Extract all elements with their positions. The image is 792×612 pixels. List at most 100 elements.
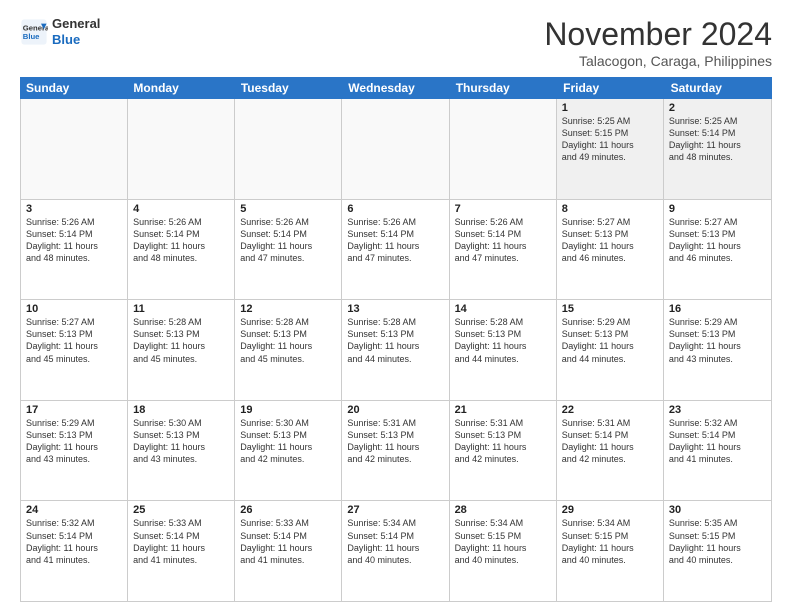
cell-info: Sunrise: 5:28 AM Sunset: 5:13 PM Dayligh… — [133, 316, 229, 365]
calendar-cell: 2Sunrise: 5:25 AM Sunset: 5:14 PM Daylig… — [664, 99, 771, 199]
cell-info: Sunrise: 5:26 AM Sunset: 5:14 PM Dayligh… — [240, 216, 336, 265]
cell-info: Sunrise: 5:27 AM Sunset: 5:13 PM Dayligh… — [562, 216, 658, 265]
calendar-cell — [128, 99, 235, 199]
day-number: 29 — [562, 504, 658, 516]
calendar-cell: 29Sunrise: 5:34 AM Sunset: 5:15 PM Dayli… — [557, 501, 664, 601]
header-thursday: Thursday — [450, 77, 557, 99]
cell-info: Sunrise: 5:28 AM Sunset: 5:13 PM Dayligh… — [347, 316, 443, 365]
calendar-cell: 26Sunrise: 5:33 AM Sunset: 5:14 PM Dayli… — [235, 501, 342, 601]
day-number: 23 — [669, 404, 766, 416]
header-sunday: Sunday — [20, 77, 127, 99]
calendar-cell: 30Sunrise: 5:35 AM Sunset: 5:15 PM Dayli… — [664, 501, 771, 601]
calendar-cell: 28Sunrise: 5:34 AM Sunset: 5:15 PM Dayli… — [450, 501, 557, 601]
cell-info: Sunrise: 5:26 AM Sunset: 5:14 PM Dayligh… — [347, 216, 443, 265]
day-number: 17 — [26, 404, 122, 416]
calendar-cell — [450, 99, 557, 199]
day-number: 30 — [669, 504, 766, 516]
day-number: 8 — [562, 203, 658, 215]
day-number: 7 — [455, 203, 551, 215]
calendar-cell: 12Sunrise: 5:28 AM Sunset: 5:13 PM Dayli… — [235, 300, 342, 400]
day-number: 6 — [347, 203, 443, 215]
header-monday: Monday — [127, 77, 234, 99]
header-wednesday: Wednesday — [342, 77, 449, 99]
page: General Blue General Blue November 2024 … — [0, 0, 792, 612]
day-number: 16 — [669, 303, 766, 315]
calendar-cell: 13Sunrise: 5:28 AM Sunset: 5:13 PM Dayli… — [342, 300, 449, 400]
cell-info: Sunrise: 5:26 AM Sunset: 5:14 PM Dayligh… — [455, 216, 551, 265]
day-number: 1 — [562, 102, 658, 114]
calendar-week-2: 3 Sunrise: 5:26 AM Sunset: 5:14 PM Daylig… — [21, 200, 771, 301]
calendar-cell — [342, 99, 449, 199]
calendar-cell: 1Sunrise: 5:25 AM Sunset: 5:15 PM Daylig… — [557, 99, 664, 199]
calendar-cell: 21Sunrise: 5:31 AM Sunset: 5:13 PM Dayli… — [450, 401, 557, 501]
logo-icon: General Blue — [20, 18, 48, 46]
cell-info: Sunrise: 5:31 AM Sunset: 5:13 PM Dayligh… — [455, 417, 551, 466]
day-number: 15 — [562, 303, 658, 315]
day-number: 14 — [455, 303, 551, 315]
cell-info: Sunrise: 5:28 AM Sunset: 5:13 PM Dayligh… — [240, 316, 336, 365]
calendar-cell: 17Sunrise: 5:29 AM Sunset: 5:13 PM Dayli… — [21, 401, 128, 501]
cell-info: Sunrise: 5:35 AM Sunset: 5:15 PM Dayligh… — [669, 517, 766, 566]
cell-info: Sunrise: 5:26 AM Sunset: 5:14 PM Dayligh… — [133, 216, 229, 265]
calendar-cell: 16Sunrise: 5:29 AM Sunset: 5:13 PM Dayli… — [664, 300, 771, 400]
cell-info: Sunrise: 5:28 AM Sunset: 5:13 PM Dayligh… — [455, 316, 551, 365]
header-tuesday: Tuesday — [235, 77, 342, 99]
calendar-week-4: 17Sunrise: 5:29 AM Sunset: 5:13 PM Dayli… — [21, 401, 771, 502]
logo: General Blue General Blue — [20, 16, 100, 47]
day-number: 26 — [240, 504, 336, 516]
calendar-week-3: 10Sunrise: 5:27 AM Sunset: 5:13 PM Dayli… — [21, 300, 771, 401]
cell-info: Sunrise: 5:33 AM Sunset: 5:14 PM Dayligh… — [133, 517, 229, 566]
calendar-grid: 1Sunrise: 5:25 AM Sunset: 5:15 PM Daylig… — [20, 99, 772, 602]
cell-info: Sunrise: 5:29 AM Sunset: 5:13 PM Dayligh… — [26, 417, 122, 466]
calendar-cell: 18Sunrise: 5:30 AM Sunset: 5:13 PM Dayli… — [128, 401, 235, 501]
day-number: 2 — [669, 102, 766, 114]
calendar-cell — [21, 99, 128, 199]
calendar-week-1: 1Sunrise: 5:25 AM Sunset: 5:15 PM Daylig… — [21, 99, 771, 200]
cell-info: Sunrise: 5:29 AM Sunset: 5:13 PM Dayligh… — [562, 316, 658, 365]
calendar-cell: 23Sunrise: 5:32 AM Sunset: 5:14 PM Dayli… — [664, 401, 771, 501]
calendar-cell: 19Sunrise: 5:30 AM Sunset: 5:13 PM Dayli… — [235, 401, 342, 501]
cell-info: Sunrise: 5:27 AM Sunset: 5:13 PM Dayligh… — [669, 216, 766, 265]
title-block: November 2024 Talacogon, Caraga, Philipp… — [544, 16, 772, 69]
header-friday: Friday — [557, 77, 664, 99]
location: Talacogon, Caraga, Philippines — [544, 53, 772, 69]
calendar-cell: 11Sunrise: 5:28 AM Sunset: 5:13 PM Dayli… — [128, 300, 235, 400]
calendar-cell — [235, 99, 342, 199]
day-number: 28 — [455, 504, 551, 516]
calendar-cell: 8Sunrise: 5:27 AM Sunset: 5:13 PM Daylig… — [557, 200, 664, 300]
calendar-header: Sunday Monday Tuesday Wednesday Thursday… — [20, 77, 772, 99]
day-number: 19 — [240, 404, 336, 416]
day-number: 5 — [240, 203, 336, 215]
calendar-cell: 4Sunrise: 5:26 AM Sunset: 5:14 PM Daylig… — [128, 200, 235, 300]
cell-info: Sunrise: 5:27 AM Sunset: 5:13 PM Dayligh… — [26, 316, 122, 365]
calendar-week-5: 24Sunrise: 5:32 AM Sunset: 5:14 PM Dayli… — [21, 501, 771, 601]
month-title: November 2024 — [544, 16, 772, 53]
day-number: 3 — [26, 203, 122, 215]
calendar-cell: 10Sunrise: 5:27 AM Sunset: 5:13 PM Dayli… — [21, 300, 128, 400]
calendar-cell: 14Sunrise: 5:28 AM Sunset: 5:13 PM Dayli… — [450, 300, 557, 400]
cell-info: Sunrise: 5:34 AM Sunset: 5:14 PM Dayligh… — [347, 517, 443, 566]
calendar-cell: 3Sunrise: 5:26 AM Sunset: 5:14 PM Daylig… — [21, 200, 128, 300]
calendar-cell: 25Sunrise: 5:33 AM Sunset: 5:14 PM Dayli… — [128, 501, 235, 601]
cell-info: Sunrise: 5:25 AM Sunset: 5:14 PM Dayligh… — [669, 115, 766, 164]
calendar-cell: 22Sunrise: 5:31 AM Sunset: 5:14 PM Dayli… — [557, 401, 664, 501]
day-number: 9 — [669, 203, 766, 215]
day-number: 22 — [562, 404, 658, 416]
header: General Blue General Blue November 2024 … — [20, 16, 772, 69]
calendar-cell: 9Sunrise: 5:27 AM Sunset: 5:13 PM Daylig… — [664, 200, 771, 300]
cell-info: Sunrise: 5:30 AM Sunset: 5:13 PM Dayligh… — [133, 417, 229, 466]
logo-text-general: General — [52, 16, 100, 32]
day-number: 21 — [455, 404, 551, 416]
calendar-cell: 20Sunrise: 5:31 AM Sunset: 5:13 PM Dayli… — [342, 401, 449, 501]
calendar-cell: 24Sunrise: 5:32 AM Sunset: 5:14 PM Dayli… — [21, 501, 128, 601]
cell-info: Sunrise: 5:33 AM Sunset: 5:14 PM Dayligh… — [240, 517, 336, 566]
day-number: 4 — [133, 203, 229, 215]
calendar-cell: 5Sunrise: 5:26 AM Sunset: 5:14 PM Daylig… — [235, 200, 342, 300]
calendar-cell: 15Sunrise: 5:29 AM Sunset: 5:13 PM Dayli… — [557, 300, 664, 400]
day-number: 10 — [26, 303, 122, 315]
calendar-cell: 27Sunrise: 5:34 AM Sunset: 5:14 PM Dayli… — [342, 501, 449, 601]
calendar-cell: 7Sunrise: 5:26 AM Sunset: 5:14 PM Daylig… — [450, 200, 557, 300]
svg-text:Blue: Blue — [23, 32, 40, 41]
cell-info: Sunrise: 5:31 AM Sunset: 5:14 PM Dayligh… — [562, 417, 658, 466]
day-number: 12 — [240, 303, 336, 315]
